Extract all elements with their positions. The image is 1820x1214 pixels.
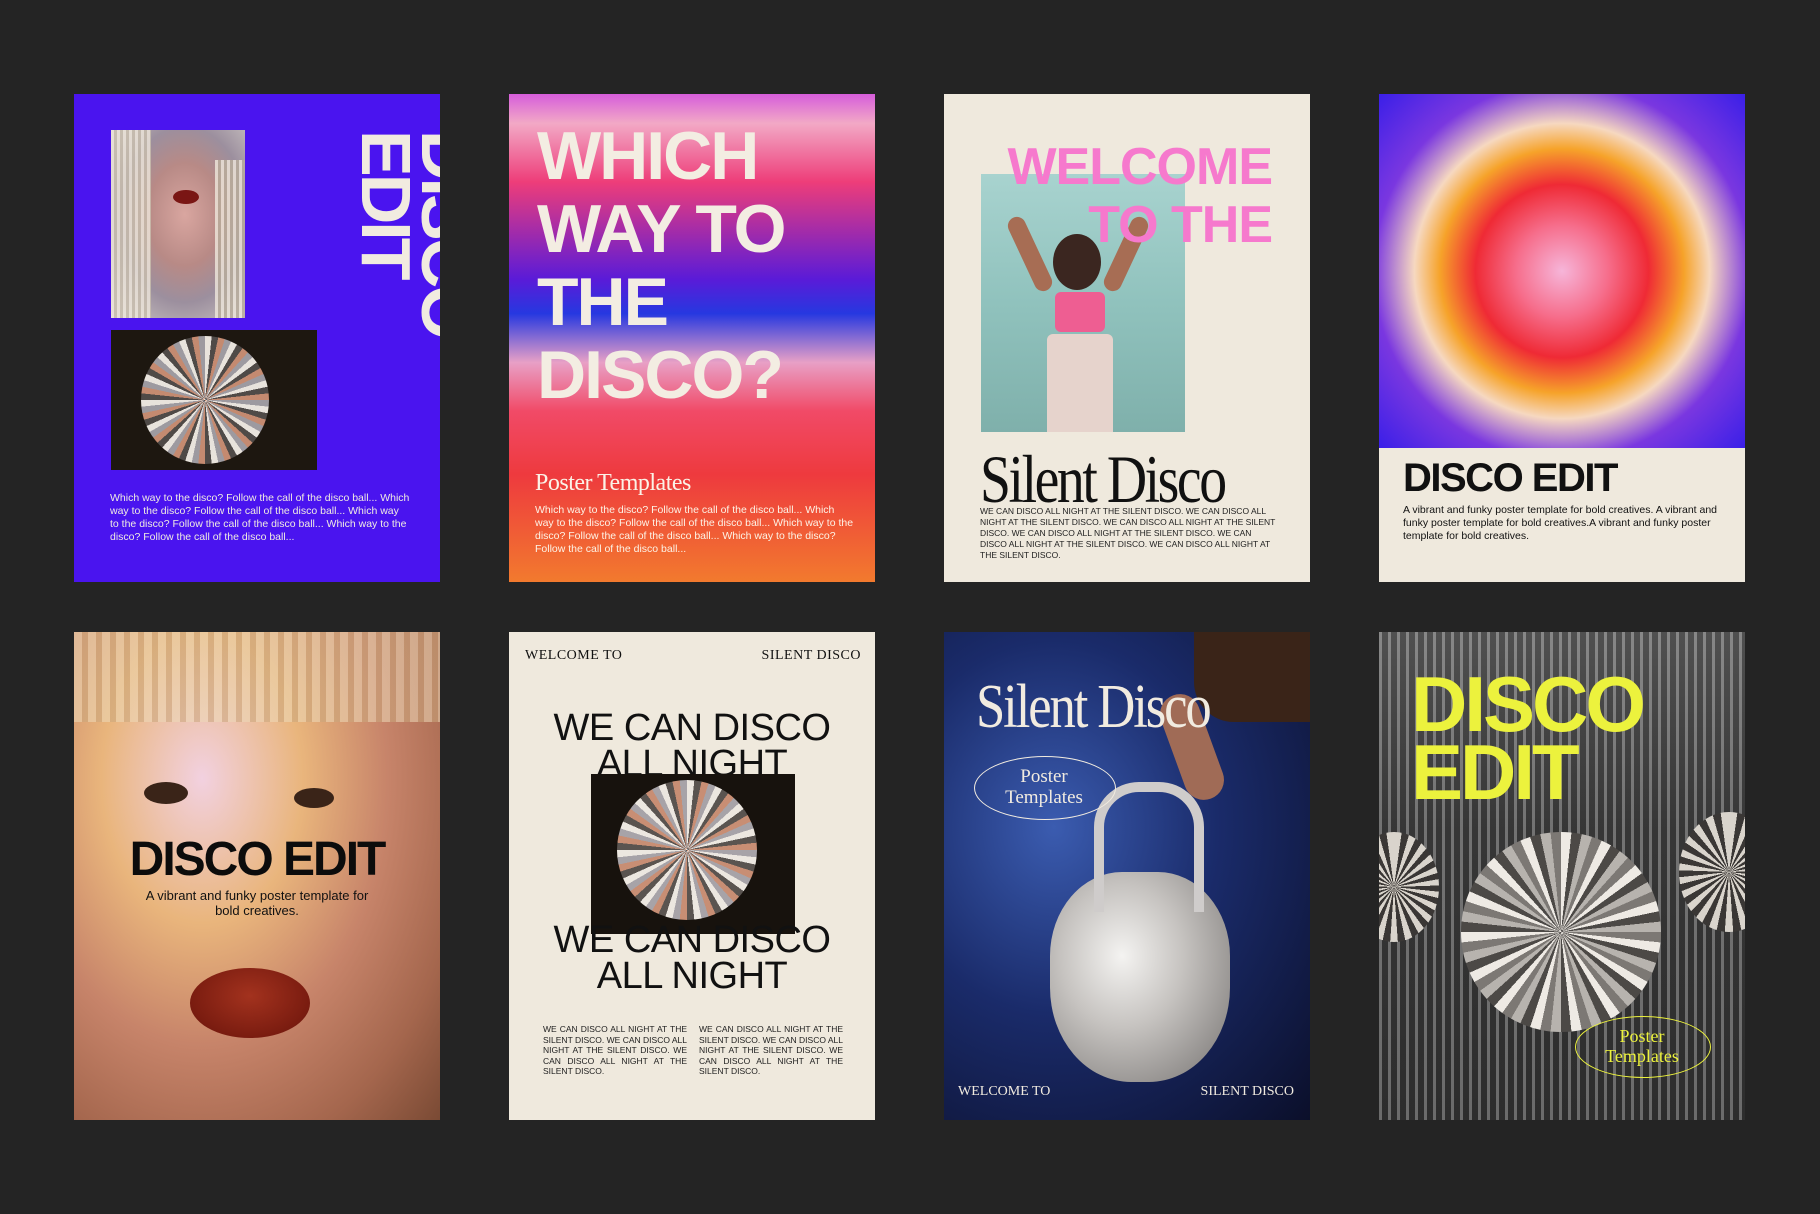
body-text: Which way to the disco? Follow the call …: [535, 504, 854, 555]
subtitle: Poster Templates: [535, 470, 691, 496]
oval-line: Poster: [1020, 766, 1068, 787]
tag-left: WELCOME TO: [525, 648, 623, 663]
oval-line: Templates: [1005, 787, 1083, 808]
headline-line: THE: [537, 264, 669, 340]
poster-disco-edit-gradient: DISCO EDIT A vibrant and funky poster te…: [1379, 94, 1745, 582]
welcome-headline: WELCOME TO THE: [1007, 138, 1273, 254]
headline-line: ALL NIGHT: [596, 955, 788, 997]
headline-line: WAY TO: [537, 191, 787, 267]
poster-which-way: WHICH WAY TO THE DISCO? Poster Templates…: [509, 94, 875, 582]
headline-line: DISCO?: [537, 337, 784, 413]
body-text: WE CAN DISCO ALL NIGHT AT THE SILENT DIS…: [980, 506, 1276, 560]
title-line: EDIT: [1411, 728, 1580, 816]
title: DISCO EDIT: [129, 833, 387, 886]
oval-text: Poster Templates: [1575, 1026, 1709, 1066]
oval-text: Poster Templates: [974, 766, 1114, 808]
poster-we-can-disco: WELCOME TO SILENT DISCO WE CAN DISCO ALL…: [509, 632, 875, 1120]
body-column-left: WE CAN DISCO ALL NIGHT AT THE SILENT DIS…: [543, 1024, 687, 1076]
disco-ball-large: [1461, 832, 1661, 1032]
headline-line: WE CAN DISCO: [553, 919, 831, 961]
disco-ball-photo: [591, 774, 795, 934]
sleeve: [1194, 632, 1310, 722]
lips: [190, 968, 310, 1038]
gradient-orb: [1379, 94, 1745, 448]
vertical-title: DISCO EDIT: [324, 130, 440, 430]
body-text: Which way to the disco? Follow the call …: [110, 492, 410, 543]
oval-line: Templates: [1605, 1046, 1679, 1066]
tag-left: WELCOME TO: [958, 1084, 1051, 1099]
title: DISCO EDIT: [1411, 665, 1646, 816]
headline-bottom: WE CAN DISCO ALL NIGHT: [509, 919, 875, 997]
oval-line: Poster: [1619, 1026, 1665, 1046]
headline-line: WHICH: [537, 118, 759, 194]
title: DISCO EDIT: [1403, 456, 1618, 500]
body-text: A vibrant and funky poster template for …: [145, 888, 369, 918]
tag-right: SILENT DISCO: [761, 648, 861, 663]
left-eye: [144, 782, 188, 804]
disco-ball-photo: [111, 330, 317, 470]
headline-line: TO THE: [1088, 196, 1273, 254]
tag-right: SILENT DISCO: [1200, 1084, 1294, 1099]
poster-disco-edit-face: DISCO EDIT A vibrant and funky poster te…: [74, 632, 440, 1120]
right-eye: [294, 788, 334, 808]
body-text: A vibrant and funky poster template for …: [1403, 504, 1718, 542]
poster-silent-disco-welcome: WELCOME TO THE Silent Disco WE CAN DISCO…: [944, 94, 1310, 582]
headline-top: WE CAN DISCO ALL NIGHT: [509, 707, 875, 783]
poster-disco-edit-blue: DISCO EDIT Which way to the disco? Follo…: [74, 94, 440, 582]
portrait-photo: [111, 130, 245, 318]
title-edit: EDIT: [347, 130, 425, 278]
headline-line: WE CAN DISCO: [553, 707, 831, 749]
poster-disco-edit-balls: DISCO EDIT Poster Templates: [1379, 632, 1745, 1120]
headline: WHICH WAY TO THE DISCO?: [537, 118, 787, 413]
body-column-right: WE CAN DISCO ALL NIGHT AT THE SILENT DIS…: [699, 1024, 843, 1076]
title: Silent Disco: [976, 673, 1212, 741]
headline-line: WELCOME: [1007, 138, 1273, 196]
poster-silent-disco-bag: Silent Disco Poster Templates WELCOME TO…: [944, 632, 1310, 1120]
hair-beads: [74, 632, 440, 722]
